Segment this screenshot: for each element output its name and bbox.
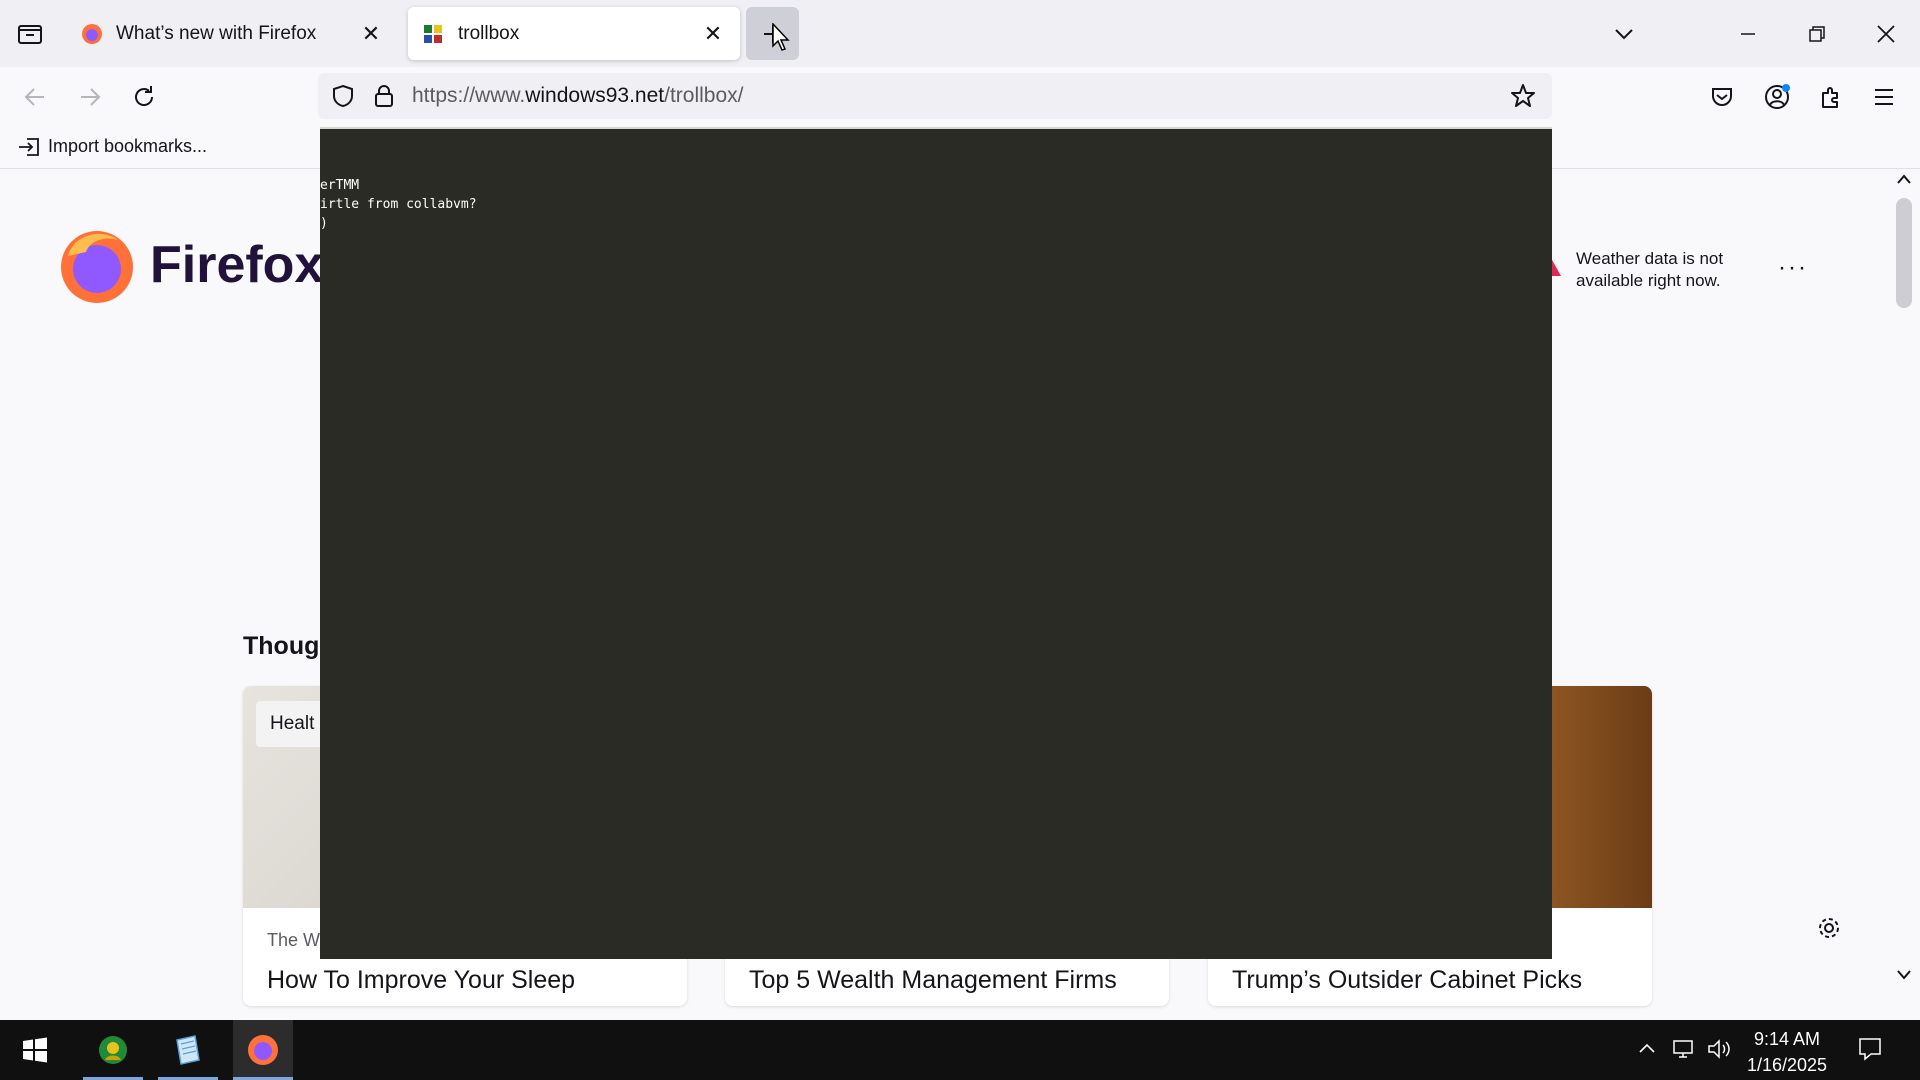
clock-date: 1/16/2025 bbox=[1746, 1055, 1828, 1075]
pocket-button[interactable] bbox=[1702, 77, 1742, 117]
app-menu-button[interactable] bbox=[1864, 77, 1904, 117]
scroll-down-arrow-icon[interactable] bbox=[1896, 968, 1912, 982]
notification-center-icon[interactable] bbox=[1857, 1036, 1883, 1062]
close-tab-icon[interactable]: ✕ bbox=[700, 21, 726, 47]
story-title[interactable]: Trump’s Outsider Cabinet Picks bbox=[1232, 966, 1582, 995]
taskbar-app-2[interactable] bbox=[158, 1020, 218, 1080]
back-arrow-icon bbox=[24, 88, 44, 106]
forward-button[interactable] bbox=[70, 77, 110, 117]
reload-button[interactable] bbox=[124, 77, 164, 117]
tab-strip: What’s new with Firefox ✕ trollbox ✕ bbox=[0, 0, 1920, 67]
import-bookmarks-label: Import bookmarks... bbox=[48, 136, 208, 156]
puzzle-piece-icon bbox=[1822, 87, 1838, 108]
minimize-button[interactable] bbox=[1728, 14, 1768, 54]
restore-button[interactable] bbox=[1797, 14, 1837, 54]
taskbar: 9:14 AM 1/16/2025 bbox=[0, 1020, 1920, 1080]
close-tab-icon[interactable]: ✕ bbox=[358, 21, 384, 47]
scroll-up-arrow-icon[interactable] bbox=[1896, 172, 1912, 186]
bookmark-star-icon[interactable] bbox=[1510, 83, 1536, 109]
tracking-protection-shield-icon[interactable] bbox=[332, 84, 354, 108]
story-title[interactable]: Top 5 Wealth Management Firms bbox=[749, 966, 1117, 995]
pocket-icon bbox=[1712, 88, 1732, 106]
weather-more-button[interactable]: ··· bbox=[1778, 254, 1808, 282]
story-title[interactable]: How To Improve Your Sleep bbox=[267, 966, 575, 995]
url-domain: windows93.net bbox=[525, 84, 665, 107]
tab-title: trollbox bbox=[458, 22, 520, 44]
start-button[interactable] bbox=[5, 1020, 65, 1080]
gear-icon bbox=[1819, 918, 1839, 938]
firefox-view-button[interactable] bbox=[12, 18, 48, 50]
forward-arrow-icon bbox=[81, 88, 101, 106]
weather-message: Weather data is not available right now. bbox=[1576, 249, 1724, 290]
url-prefix: https://www. bbox=[412, 84, 526, 107]
list-all-tabs-button[interactable] bbox=[1604, 14, 1644, 54]
firefox-brand: Firefox bbox=[58, 226, 323, 304]
system-clock[interactable]: 9:14 AM 1/16/2025 bbox=[1740, 1026, 1834, 1078]
chat-line: erTMM bbox=[320, 178, 360, 193]
trollbox-window[interactable]: erTMM irtle from collabvm? ) bbox=[320, 127, 1552, 959]
lock-icon[interactable] bbox=[374, 84, 394, 108]
clock-time: 9:14 AM bbox=[1753, 1029, 1821, 1049]
firefox-logo-icon bbox=[61, 231, 133, 303]
firefox-icon bbox=[82, 23, 102, 44]
brand-wordmark: Firefox bbox=[150, 236, 324, 294]
chat-line: ) bbox=[320, 216, 328, 231]
restore-icon bbox=[1809, 26, 1825, 42]
windows93-icon bbox=[424, 24, 442, 43]
chevron-down-icon bbox=[1615, 29, 1633, 40]
notepad-icon bbox=[176, 1035, 200, 1065]
address-bar[interactable]: https://www.windows93.net/trollbox/ bbox=[318, 73, 1552, 119]
network-icon[interactable] bbox=[1670, 1036, 1696, 1062]
app-globe-icon bbox=[99, 1036, 127, 1064]
import-bookmarks-button[interactable]: Import bookmarks... bbox=[18, 136, 207, 157]
navigation-toolbar: https://www.windows93.net/trollbox/ bbox=[0, 67, 1920, 127]
url-text[interactable]: https://www.windows93.net/trollbox/ bbox=[412, 84, 744, 108]
personalize-button[interactable] bbox=[1816, 915, 1842, 946]
extensions-button[interactable] bbox=[1811, 77, 1851, 117]
account-icon bbox=[1765, 84, 1790, 109]
taskbar-firefox[interactable] bbox=[233, 1020, 293, 1080]
story-source: The W bbox=[267, 930, 321, 950]
topic-badge: Healt bbox=[256, 701, 329, 747]
url-path: /trollbox/ bbox=[664, 84, 744, 107]
new-tab-button[interactable] bbox=[746, 7, 799, 60]
chat-line: irtle from collabvm? bbox=[320, 197, 477, 212]
windows-logo-icon bbox=[23, 1037, 47, 1063]
volume-icon[interactable] bbox=[1706, 1036, 1732, 1062]
tab-trollbox[interactable]: trollbox ✕ bbox=[408, 7, 740, 60]
close-icon bbox=[1877, 25, 1895, 43]
minimize-icon bbox=[1741, 33, 1755, 35]
firefox-view-icon bbox=[18, 25, 42, 44]
close-window-button[interactable] bbox=[1866, 14, 1906, 54]
account-button[interactable] bbox=[1757, 77, 1797, 117]
mouse-cursor-icon bbox=[772, 23, 790, 51]
reload-icon bbox=[135, 86, 154, 106]
tab-title: What’s new with Firefox bbox=[116, 22, 317, 44]
firefox-icon bbox=[248, 1035, 278, 1065]
hamburger-menu-icon bbox=[1875, 89, 1893, 105]
scrollbar-thumb[interactable] bbox=[1896, 198, 1912, 308]
import-icon bbox=[19, 137, 39, 156]
tab-whats-new[interactable]: What’s new with Firefox ✕ bbox=[66, 7, 398, 60]
stories-heading: Thoug bbox=[243, 632, 320, 660]
back-button[interactable] bbox=[15, 77, 55, 117]
show-hidden-icons-chevron-icon[interactable] bbox=[1637, 1036, 1657, 1062]
taskbar-app-1[interactable] bbox=[83, 1020, 143, 1080]
